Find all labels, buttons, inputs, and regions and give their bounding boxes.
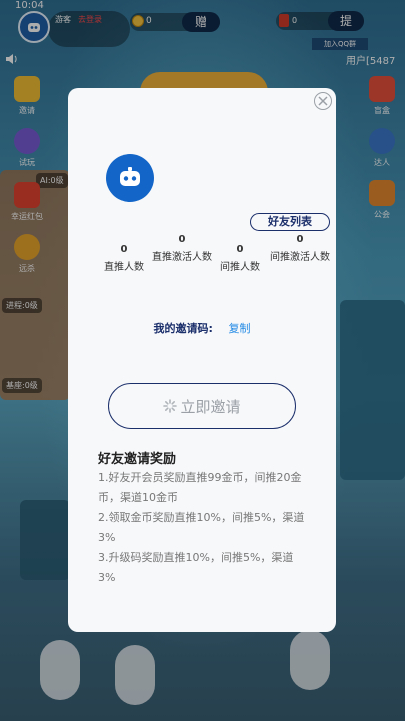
reward-title: 好友邀请奖励 (98, 452, 177, 467)
profile-avatar (106, 154, 154, 202)
stat-label: 间推人数 (220, 262, 260, 273)
stat-direct-active: 0 直推激活人数 (152, 234, 212, 263)
invite-code-row: 我的邀请码: 复制 (68, 320, 336, 336)
stat-indirect-active: 0 间推激活人数 (270, 234, 330, 263)
reward-rule: 1.好友开会员奖励直推99金币，间推20金币，渠道10金币 (98, 471, 302, 504)
robot-icon (120, 167, 140, 186)
stat-indirect-count: 0 间推人数 (216, 244, 264, 273)
loading-spinner-icon (163, 399, 178, 413)
stat-value: 0 (296, 234, 304, 245)
stat-label: 间推激活人数 (270, 252, 330, 263)
reward-rule: 3.升级码奖励直推10%，间推5%，渠道3% (98, 551, 294, 584)
stat-value: 0 (236, 244, 244, 255)
copy-link[interactable]: 复制 (228, 322, 250, 335)
stat-direct-count: 0 直推人数 (100, 244, 148, 273)
reward-rule: 2.领取金币奖励直推10%，间推5%，渠道3% (98, 511, 305, 544)
invite-code-label: 我的邀请码: (153, 322, 213, 335)
invite-now-button[interactable]: 立即邀请 (108, 383, 296, 429)
invite-now-label: 立即邀请 (180, 397, 241, 416)
invite-modal: 好友列表 0 直推人数 0 直推激活人数 0 间推人数 0 间推激活人数 我的邀… (68, 88, 336, 632)
stat-value: 0 (120, 244, 128, 255)
close-icon (318, 96, 328, 106)
stat-label: 直推激活人数 (152, 252, 212, 263)
stat-value: 0 (178, 234, 186, 245)
stat-label: 直推人数 (104, 262, 144, 273)
friend-list-button[interactable]: 好友列表 (250, 213, 330, 231)
close-button[interactable] (314, 92, 332, 110)
